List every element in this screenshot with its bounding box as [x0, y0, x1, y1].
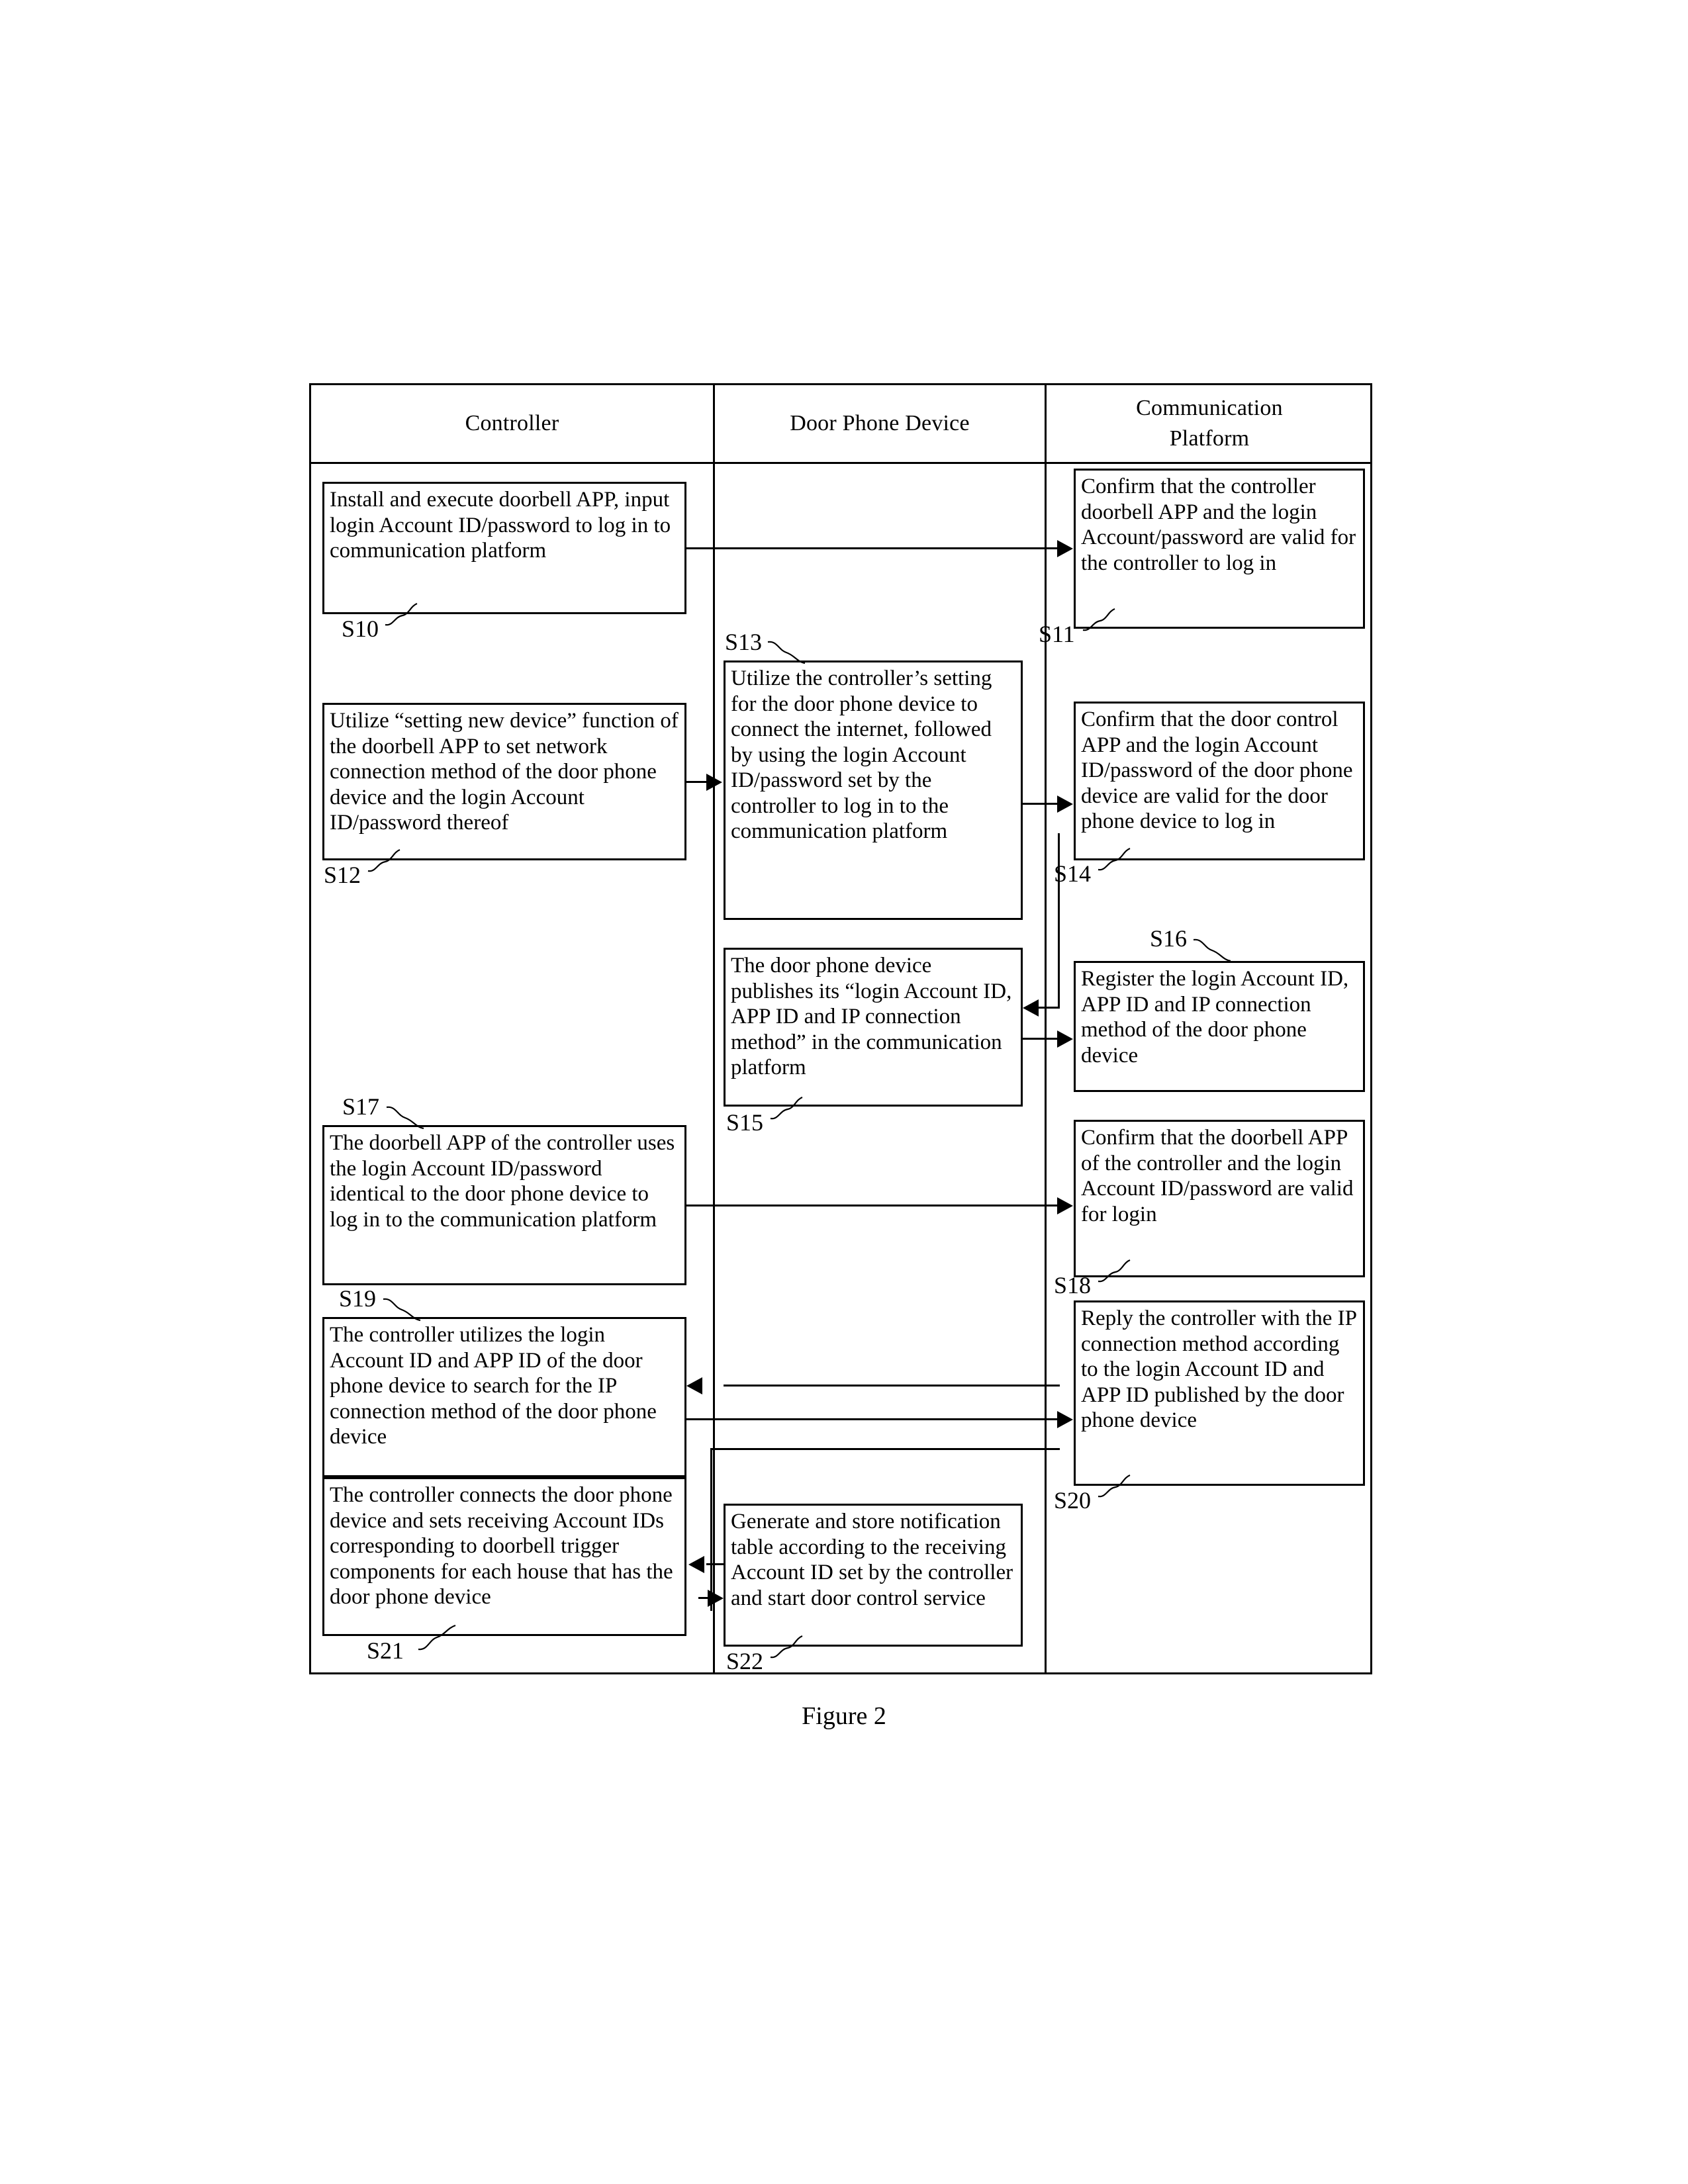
figure-caption: Figure 2	[802, 1702, 886, 1730]
connector-s18-to-s19	[724, 1385, 1060, 1387]
step-text-s12: Utilize “setting new device” function of…	[330, 709, 679, 835]
arrowhead-s22-to-s21	[688, 1556, 704, 1573]
step-box-s11: Confirm that the controller doorbell APP…	[1074, 469, 1365, 629]
step-box-s14: Confirm that the door control APP and th…	[1074, 702, 1365, 860]
step-ref-s10: S10	[342, 615, 379, 642]
lane-divider-controller-doorphone	[713, 385, 715, 1672]
step-text-s18: Confirm that the doorbell APP of the con…	[1081, 1126, 1354, 1226]
step-ref-s14: S14	[1054, 860, 1092, 887]
lane-header-door-phone-device-label: Door Phone Device	[790, 411, 970, 435]
connector-s10-to-s11	[686, 547, 1058, 549]
step-ref-s16: S16	[1150, 925, 1188, 952]
arrowhead-s12-to-s13	[706, 774, 722, 791]
step-box-s16: Register the login Account ID, APP ID an…	[1074, 961, 1365, 1092]
step-box-s15: The door phone device publishes its “log…	[724, 948, 1023, 1107]
step-text-s16: Register the login Account ID, APP ID an…	[1081, 967, 1349, 1068]
step-box-s18: Confirm that the doorbell APP of the con…	[1074, 1120, 1365, 1277]
step-box-s10: Install and execute doorbell APP, input …	[322, 482, 686, 614]
step-ref-s21: S21	[367, 1637, 404, 1664]
arrowhead-s17-to-s18	[1057, 1197, 1073, 1214]
figure-sheet: Controller Door Phone Device Communicati…	[0, 0, 1688, 2184]
step-ref-s12: S12	[324, 862, 361, 888]
step-ref-s11: S11	[1039, 621, 1075, 647]
connector-s22-to-s21	[706, 1563, 725, 1565]
step-ref-s13: S13	[725, 629, 763, 655]
lane-header-communication-platform: Communication Platform	[1047, 385, 1372, 462]
lane-header-communication-platform-label: Communication Platform	[1136, 396, 1283, 451]
lane-header-controller-label: Controller	[465, 411, 559, 435]
header-divider-rule	[311, 462, 1370, 464]
connector-s20-to-s22-vertical	[710, 1448, 712, 1611]
step-box-s13: Utilize the controller’s setting for the…	[724, 660, 1023, 920]
step-ref-s22: S22	[726, 1648, 764, 1674]
lane-header-controller: Controller	[311, 385, 713, 462]
step-text-s11: Confirm that the controller doorbell APP…	[1081, 475, 1356, 575]
arrowhead-s18-to-s19	[686, 1377, 702, 1394]
connector-s14-to-s15-horizontal	[1037, 1007, 1060, 1009]
arrowhead-s15-to-s16	[1057, 1030, 1073, 1048]
connector-s13-to-s14	[1023, 803, 1058, 805]
step-text-s14: Confirm that the door control APP and th…	[1081, 707, 1353, 833]
step-text-s17: The doorbell APP of the controller uses …	[330, 1131, 675, 1232]
step-ref-s15: S15	[726, 1109, 764, 1136]
connector-s15-to-s16	[1023, 1038, 1058, 1040]
arrowhead-s14-to-s15	[1023, 999, 1039, 1017]
step-ref-s20: S20	[1054, 1487, 1092, 1514]
step-text-s10: Install and execute doorbell APP, input …	[330, 488, 671, 563]
step-box-s12: Utilize “setting new device” function of…	[322, 703, 686, 860]
arrowhead-s10-to-s11	[1057, 540, 1073, 557]
step-text-s19: The controller utilizes the login Accoun…	[330, 1323, 657, 1449]
step-box-s17: The doorbell APP of the controller uses …	[322, 1125, 686, 1285]
lane-divider-doorphone-platform	[1045, 385, 1047, 1672]
connector-s14-to-s15-vertical	[1058, 833, 1060, 1009]
connector-s17-to-s18	[686, 1205, 1058, 1206]
connector-s20-to-s22-horizontal-top	[710, 1448, 1060, 1450]
step-text-s21: The controller connects the door phone d…	[330, 1483, 673, 1609]
step-box-s22: Generate and store notification table ac…	[724, 1504, 1023, 1647]
step-text-s20: Reply the controller with the IP connect…	[1081, 1306, 1356, 1432]
step-box-s21: The controller connects the door phone d…	[322, 1477, 686, 1636]
step-text-s22: Generate and store notification table ac…	[731, 1510, 1013, 1610]
connector-s12-to-s13	[686, 781, 708, 783]
arrowhead-s19-to-s20	[1057, 1411, 1073, 1428]
lane-header-door-phone-device: Door Phone Device	[715, 385, 1045, 462]
connector-s19-to-s20	[686, 1418, 1058, 1420]
step-ref-s19: S19	[339, 1285, 377, 1312]
step-text-s15: The door phone device publishes its “log…	[731, 954, 1012, 1079]
connector-s18-to-s19-stub	[724, 1385, 726, 1387]
step-ref-s17: S17	[342, 1093, 380, 1120]
step-box-s19: The controller utilizes the login Accoun…	[322, 1317, 686, 1477]
arrowhead-s13-to-s14	[1057, 796, 1073, 813]
step-ref-s18: S18	[1054, 1272, 1092, 1298]
arrowhead-s21-to-s22	[708, 1590, 724, 1607]
step-box-s20: Reply the controller with the IP connect…	[1074, 1300, 1365, 1486]
step-text-s13: Utilize the controller’s setting for the…	[731, 666, 992, 843]
